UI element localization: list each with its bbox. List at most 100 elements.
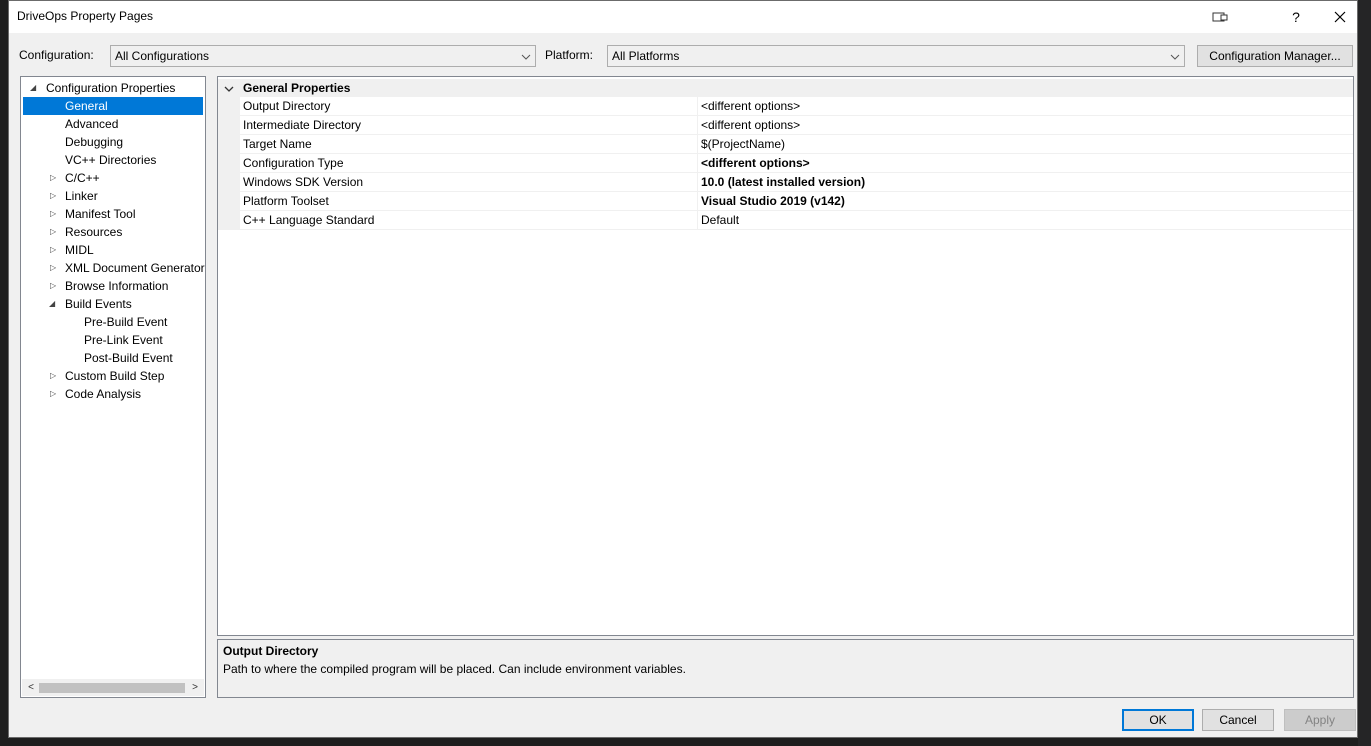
property-row[interactable]: Platform Toolset Visual Studio 2019 (v14… <box>240 192 1353 211</box>
property-grid: General Properties Output Directory <dif… <box>217 76 1354 636</box>
property-name: Output Directory <box>243 99 331 113</box>
collapsed-triangle-icon: ▷ <box>50 209 57 218</box>
description-text: Path to where the compiled program will … <box>223 662 686 676</box>
property-value[interactable]: $(ProjectName) <box>701 137 785 151</box>
close-icon <box>1334 11 1346 23</box>
tree-item-label: Pre-Link Event <box>84 333 163 347</box>
property-tree: ◢ Configuration Properties General Advan… <box>20 76 206 698</box>
column-divider <box>697 154 698 173</box>
tree-item-label: VC++ Directories <box>65 153 157 167</box>
window-layout-icon <box>1212 11 1228 23</box>
title-bar: DriveOps Property Pages ? <box>9 1 1357 33</box>
property-value[interactable]: <different options> <box>701 118 800 132</box>
category-title: General Properties <box>243 81 351 95</box>
expanded-triangle-icon: ◢ <box>49 299 56 308</box>
chevron-down-icon <box>224 83 234 97</box>
property-value[interactable]: <different options> <box>701 99 800 113</box>
property-name: Intermediate Directory <box>243 118 362 132</box>
property-name: Configuration Type <box>243 156 344 170</box>
tree-item-label: Resources <box>65 225 123 239</box>
tree-item-label: General <box>65 99 108 113</box>
scroll-left-icon[interactable]: < <box>24 681 38 695</box>
tree-item-label: Advanced <box>65 117 119 131</box>
help-icon: ? <box>1292 9 1300 25</box>
tree-item-label: C/C++ <box>65 171 100 185</box>
tree-item[interactable]: Pre-Build Event <box>21 313 205 331</box>
column-divider <box>697 192 698 211</box>
tree-item[interactable]: ▷ XML Document Generator <box>21 259 205 277</box>
scrollbar-thumb[interactable] <box>39 683 185 693</box>
tree-item-label: Pre-Build Event <box>84 315 168 329</box>
property-value[interactable]: 10.0 (latest installed version) <box>701 175 865 189</box>
property-pages-dialog: DriveOps Property Pages ? Configuration:… <box>8 0 1358 738</box>
ok-button[interactable]: OK <box>1122 709 1194 731</box>
property-value[interactable]: <different options> <box>701 156 810 170</box>
description-panel: Output Directory Path to where the compi… <box>217 639 1354 698</box>
tree-item-label: Linker <box>65 189 98 203</box>
collapsed-triangle-icon: ▷ <box>50 389 57 398</box>
background-editor-left <box>0 0 8 746</box>
column-divider <box>697 211 698 230</box>
property-row[interactable]: Configuration Type <different options> <box>240 154 1353 173</box>
property-value[interactable]: Default <box>701 213 739 227</box>
tree-item-general[interactable]: General <box>23 97 203 115</box>
tree-item[interactable]: ◢ Build Events <box>21 295 205 313</box>
restore-layout-button[interactable] <box>1197 1 1243 33</box>
tree-item[interactable]: ▷ Manifest Tool <box>21 205 205 223</box>
tree-item-label: Browse Information <box>65 279 169 293</box>
collapsed-triangle-icon: ▷ <box>50 371 57 380</box>
property-name: C++ Language Standard <box>243 213 375 227</box>
platform-value: All Platforms <box>612 49 680 63</box>
tree-item-label: XML Document Generator <box>65 261 205 275</box>
tree-item[interactable]: ▷ Custom Build Step <box>21 367 205 385</box>
tree-item[interactable]: ▷ Browse Information <box>21 277 205 295</box>
property-row[interactable]: Intermediate Directory <different option… <box>240 116 1353 135</box>
tree-item-label: Manifest Tool <box>65 207 136 221</box>
help-button[interactable]: ? <box>1273 1 1319 33</box>
property-name: Target Name <box>243 137 312 151</box>
configuration-manager-button[interactable]: Configuration Manager... <box>1197 45 1353 67</box>
property-row[interactable]: C++ Language Standard Default <box>240 211 1353 230</box>
property-name: Platform Toolset <box>243 194 329 208</box>
tree-item[interactable]: ▷ C/C++ <box>21 169 205 187</box>
horizontal-scrollbar[interactable]: < > <box>22 679 204 696</box>
collapsed-triangle-icon: ▷ <box>50 245 57 254</box>
tree-item[interactable]: Debugging <box>21 133 205 151</box>
tree-item[interactable]: ◢ Configuration Properties <box>21 79 205 97</box>
cancel-button[interactable]: Cancel <box>1202 709 1274 731</box>
close-button[interactable] <box>1317 1 1363 33</box>
apply-button[interactable]: Apply <box>1284 709 1356 731</box>
tree-item-label: Code Analysis <box>65 387 142 401</box>
background-editor-right <box>1358 0 1371 746</box>
property-value[interactable]: Visual Studio 2019 (v142) <box>701 194 845 208</box>
chevron-down-icon <box>521 51 531 61</box>
platform-label: Platform: <box>545 48 594 62</box>
tree-item[interactable]: Advanced <box>21 115 205 133</box>
tree-item[interactable]: ▷ Code Analysis <box>21 385 205 403</box>
collapsed-triangle-icon: ▷ <box>50 191 57 200</box>
platform-dropdown[interactable]: All Platforms <box>607 45 1185 67</box>
description-title: Output Directory <box>223 644 319 658</box>
collapsed-triangle-icon: ▷ <box>50 281 57 290</box>
scroll-right-icon[interactable]: > <box>188 681 202 695</box>
category-header[interactable]: General Properties <box>218 79 1353 97</box>
tree-item[interactable]: VC++ Directories <box>21 151 205 169</box>
tree-item-label: Build Events <box>65 297 132 311</box>
chevron-down-icon <box>1170 51 1180 61</box>
column-divider <box>697 116 698 135</box>
tree-item-label: Configuration Properties <box>46 81 176 95</box>
column-divider <box>697 97 698 116</box>
tree-item[interactable]: Pre-Link Event <box>21 331 205 349</box>
tree-item[interactable]: ▷ Linker <box>21 187 205 205</box>
property-row[interactable]: Target Name $(ProjectName) <box>240 135 1353 154</box>
property-row[interactable]: Output Directory <different options> <box>240 97 1353 116</box>
tree-item[interactable]: ▷ Resources <box>21 223 205 241</box>
property-row[interactable]: Windows SDK Version 10.0 (latest install… <box>240 173 1353 192</box>
tree-item-label: MIDL <box>65 243 94 257</box>
property-name: Windows SDK Version <box>243 175 364 189</box>
window-title: DriveOps Property Pages <box>17 9 154 23</box>
tree-item[interactable]: Post-Build Event <box>21 349 205 367</box>
configuration-dropdown[interactable]: All Configurations <box>110 45 536 67</box>
column-divider <box>697 135 698 154</box>
tree-item[interactable]: ▷ MIDL <box>21 241 205 259</box>
